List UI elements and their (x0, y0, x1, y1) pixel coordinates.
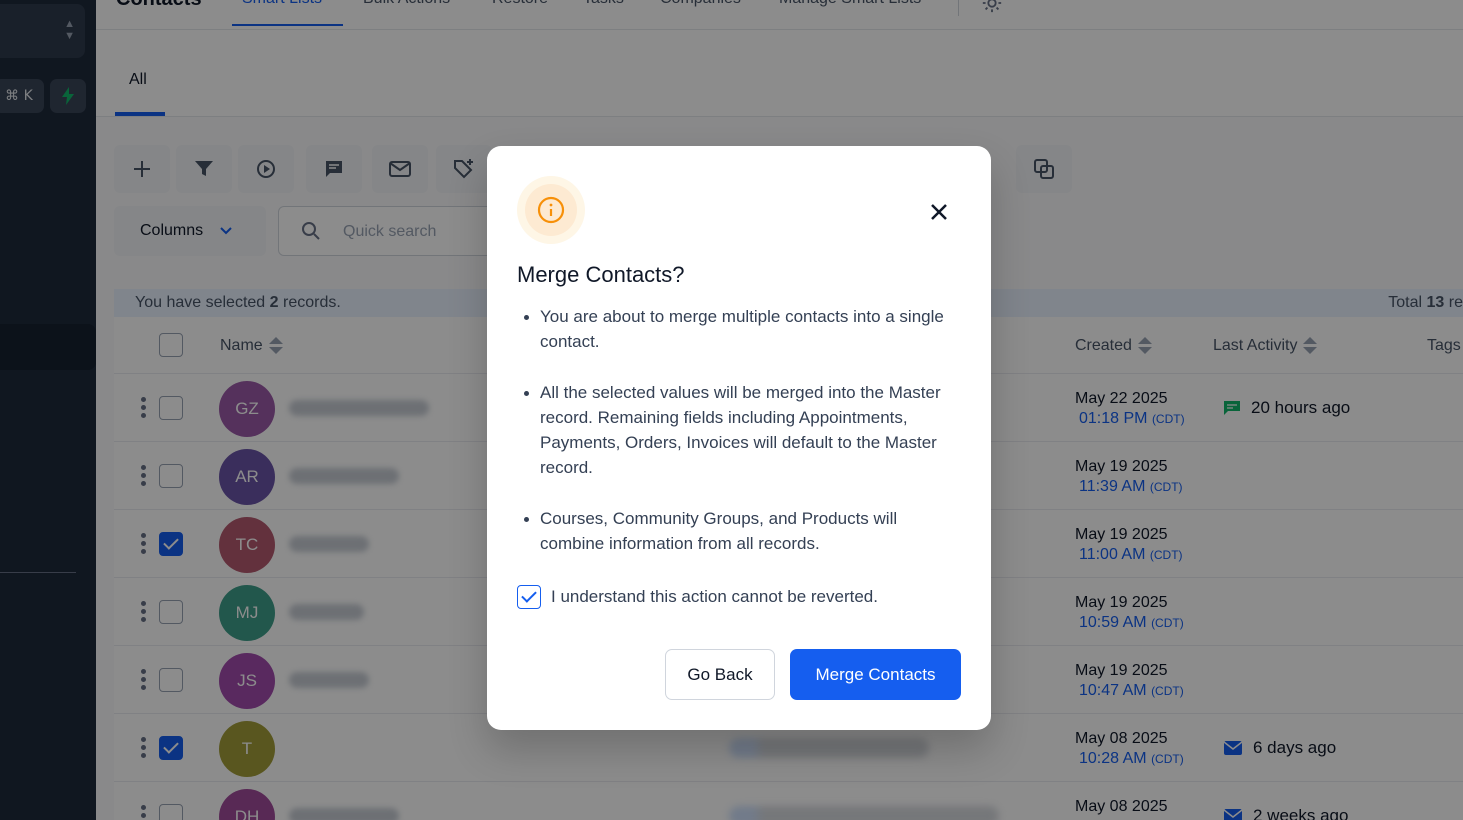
merge-contacts-button[interactable]: Merge Contacts (790, 649, 961, 700)
bullet-item: Courses, Community Groups, and Products … (517, 506, 957, 556)
merge-contacts-dialog: Merge Contacts? You are about to merge m… (487, 146, 991, 730)
bullet-item: You are about to merge multiple contacts… (517, 304, 957, 354)
info-icon-badge (517, 176, 585, 244)
dialog-title: Merge Contacts? (517, 262, 685, 287)
acknowledge-checkbox[interactable] (517, 585, 541, 609)
close-button[interactable] (925, 198, 953, 226)
go-back-button[interactable]: Go Back (665, 649, 775, 700)
bullet-item: All the selected values will be merged i… (517, 380, 957, 480)
dialog-bullets: You are about to merge multiple contacts… (517, 304, 957, 582)
acknowledge-row[interactable]: I understand this action cannot be rever… (517, 585, 878, 609)
acknowledge-label: I understand this action cannot be rever… (551, 587, 878, 606)
info-icon (537, 196, 565, 224)
close-icon (931, 204, 947, 220)
